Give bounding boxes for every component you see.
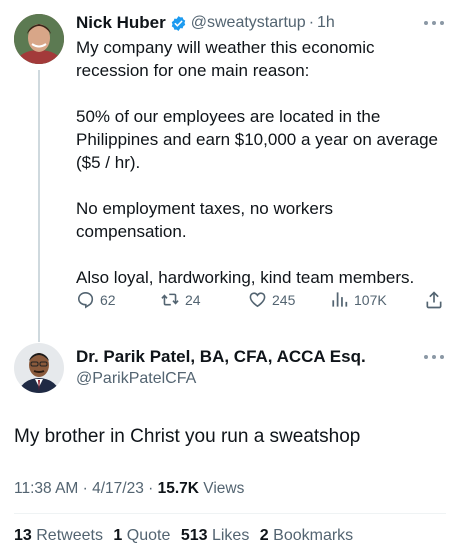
share-button[interactable] bbox=[424, 290, 449, 310]
verified-badge-icon bbox=[170, 15, 187, 32]
bookmarks-stat[interactable]: 2 Bookmarks bbox=[260, 527, 353, 544]
author-name[interactable]: Dr. Parik Patel, BA, CFA, ACCA Esq. bbox=[76, 346, 366, 368]
more-options-icon[interactable] bbox=[424, 18, 444, 28]
quotes-label: Quote bbox=[126, 527, 171, 544]
bookmarks-label: Bookmarks bbox=[273, 527, 354, 544]
likes-count: 513 bbox=[180, 527, 208, 544]
like-button[interactable]: 245 bbox=[248, 290, 295, 309]
reply-button[interactable]: 62 bbox=[76, 290, 116, 309]
retweet-button[interactable]: 24 bbox=[160, 290, 201, 309]
tweet-timestamp[interactable]: 11:38 AM · 4/17/23 · bbox=[14, 480, 158, 497]
retweets-count: 13 bbox=[14, 527, 32, 544]
author-handle[interactable]: @sweatystartup bbox=[191, 12, 306, 34]
like-count: 245 bbox=[272, 291, 296, 308]
tweet1-header: Nick Huber @sweatystartup · 1h bbox=[76, 12, 335, 34]
retweets-stat[interactable]: 13 Retweets bbox=[14, 527, 103, 544]
views-count: 15.7K bbox=[157, 480, 199, 497]
tweet1-text: My company will weather this economic re… bbox=[76, 36, 446, 312]
tweet-paragraph: 50% of our employees are located in the … bbox=[76, 107, 438, 172]
reply-icon bbox=[77, 291, 94, 309]
tweet-paragraph: Also loyal, hardworking, kind team membe… bbox=[76, 268, 415, 287]
views-label: Views bbox=[198, 480, 245, 497]
share-icon bbox=[426, 291, 442, 309]
heart-icon bbox=[249, 292, 266, 308]
avatar-nick-huber[interactable] bbox=[14, 14, 64, 64]
tweet-metadata: 11:38 AM · 4/17/23 · 15.7K Views bbox=[14, 479, 244, 499]
tweet2-text: My brother in Christ you run a sweatshop bbox=[14, 426, 361, 447]
bookmarks-count: 2 bbox=[259, 527, 269, 544]
retweet-icon bbox=[161, 293, 179, 306]
separator-dot: · bbox=[308, 14, 315, 31]
analytics-icon bbox=[332, 292, 348, 307]
avatar-parik-patel[interactable] bbox=[14, 343, 64, 393]
quotes-stat[interactable]: 1 Quote bbox=[113, 527, 170, 544]
tweet-paragraph: My company will weather this economic re… bbox=[76, 38, 375, 80]
reply-count: 62 bbox=[100, 291, 116, 308]
likes-stat[interactable]: 513 Likes bbox=[181, 527, 250, 544]
author-handle[interactable]: @ParikPatelCFA bbox=[76, 369, 196, 389]
more-options-icon[interactable] bbox=[424, 352, 444, 362]
tweet-time[interactable]: 1h bbox=[317, 12, 335, 34]
retweets-label: Retweets bbox=[36, 527, 103, 544]
views-count: 107K bbox=[354, 291, 387, 308]
thread-connector-line bbox=[38, 70, 40, 342]
tweet1-action-bar: 62 24 245 107K bbox=[76, 288, 448, 314]
likes-label: Likes bbox=[211, 527, 250, 544]
author-name[interactable]: Nick Huber bbox=[76, 12, 166, 34]
quotes-count: 1 bbox=[113, 527, 123, 544]
engagement-stats: 13 Retweets 1 Quote 513 Likes 2 Bookmark… bbox=[14, 526, 359, 546]
divider bbox=[14, 513, 446, 514]
views-button[interactable]: 107K bbox=[330, 290, 387, 309]
retweet-count: 24 bbox=[185, 291, 201, 308]
tweet-paragraph: No employment taxes, no workers compensa… bbox=[76, 199, 333, 241]
